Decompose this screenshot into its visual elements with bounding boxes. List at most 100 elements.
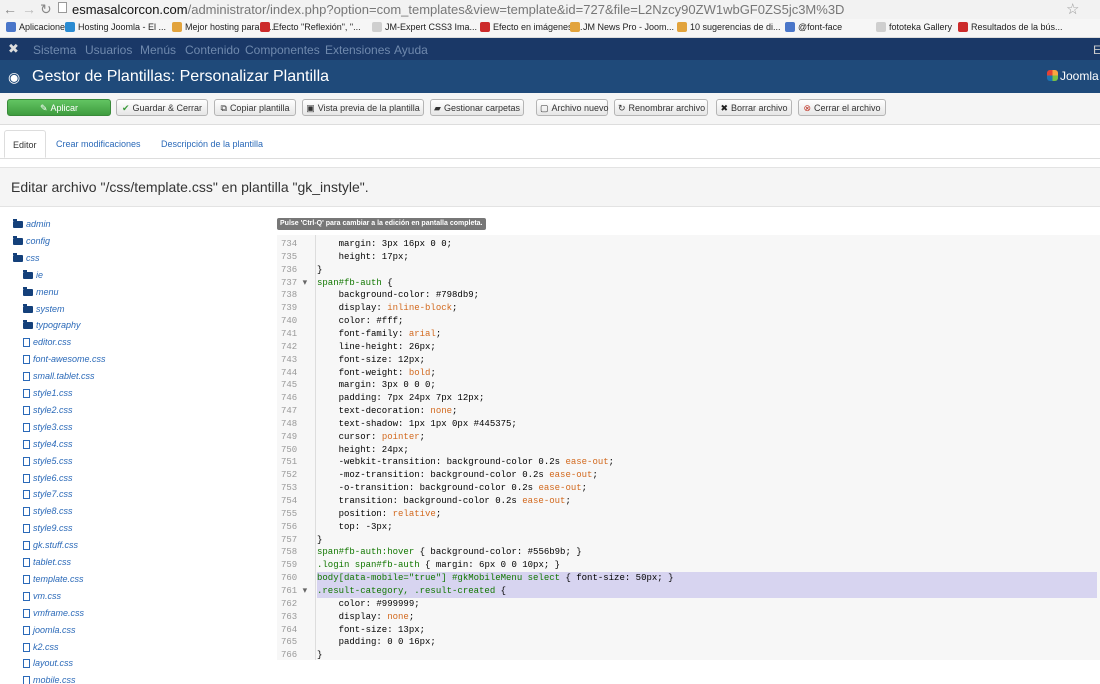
file-style4-css[interactable]: style4.css [23, 437, 73, 452]
bookmark-efecto-reflexion[interactable]: Efecto "Reflexión", "... [260, 22, 361, 32]
code-line[interactable]: -webkit-transition: background-color 0.2… [317, 456, 1097, 469]
code-line[interactable]: padding: 0 0 16px; [317, 636, 1097, 649]
code-line[interactable]: padding: 7px 24px 7px 12px; [317, 392, 1097, 405]
gestionar-carpetas-button[interactable]: ▰ Gestionar carpetas [430, 99, 524, 116]
file-editor-css[interactable]: editor.css [23, 335, 71, 350]
admin-menu-componentes[interactable]: Componentes [245, 43, 320, 57]
file-gk-stuff-css[interactable]: gk.stuff.css [23, 538, 78, 553]
cerrar-el-archivo-button[interactable]: ⊗ Cerrar el archivo [798, 99, 886, 116]
code-line[interactable]: text-shadow: 1px 1px 0px #445375; [317, 418, 1097, 431]
admin-menu-extensiones[interactable]: Extensiones [325, 43, 390, 57]
code-line[interactable]: height: 17px; [317, 251, 1097, 264]
file-style8-css[interactable]: style8.css [23, 504, 73, 519]
admin-menu-contenido[interactable]: Contenido [185, 43, 240, 57]
code-line[interactable]: color: #999999; [317, 598, 1097, 611]
admin-menu-menus[interactable]: Menús [140, 43, 176, 57]
tab-descripcion-de-la-plantilla[interactable]: Descripción de la plantilla [153, 130, 271, 158]
code-line[interactable]: margin: 3px 0 0 0; [317, 379, 1097, 392]
code-line[interactable]: span#fb-auth:hover { background-color: #… [317, 546, 1097, 559]
code-line[interactable]: font-weight: bold; [317, 367, 1097, 380]
admin-menu-right[interactable]: E [1093, 43, 1100, 57]
borrar-archivo-button[interactable]: ✖ Borrar archivo [716, 99, 792, 116]
code-line[interactable]: font-family: arial; [317, 328, 1097, 341]
bookmark-mejor-hosting-para-j[interactable]: Mejor hosting para J... [172, 22, 274, 32]
folder-config[interactable]: config [13, 234, 50, 249]
file-font-awesome-css[interactable]: font-awesome.css [23, 352, 106, 367]
code-line[interactable]: background-color: #798db9; [317, 289, 1097, 302]
folder-system[interactable]: system [23, 302, 65, 317]
code-line[interactable]: span#fb-auth { [317, 277, 1097, 290]
vista-previa-de-la-plantilla-button[interactable]: ▣ Vista previa de la plantilla [302, 99, 424, 116]
joomla-x-icon[interactable]: ✖ [8, 41, 19, 57]
tab-crear-modificaciones[interactable]: Crear modificaciones [48, 130, 149, 158]
code-line[interactable]: color: #fff; [317, 315, 1097, 328]
fold-arrow-icon[interactable]: ▾ [297, 586, 308, 596]
code-line[interactable]: -moz-transition: background-color 0.2s e… [317, 469, 1097, 482]
code-line[interactable]: text-decoration: none; [317, 405, 1097, 418]
code-line[interactable]: height: 24px; [317, 444, 1097, 457]
code-line[interactable]: -o-transition: background-color 0.2s eas… [317, 482, 1097, 495]
tab-editor[interactable]: Editor [4, 130, 46, 158]
code-line[interactable]: .result-category, .result-created { [317, 584, 1097, 598]
aplicar-button[interactable]: ✎ Aplicar [7, 99, 111, 116]
code-line[interactable]: position: relative; [317, 508, 1097, 521]
bookmark-star-icon[interactable]: ☆ [1066, 0, 1079, 18]
copiar-plantilla-button[interactable]: ⧉ Copiar plantilla [214, 99, 296, 116]
file-vmframe-css[interactable]: vmframe.css [23, 606, 84, 621]
file-tablet-css[interactable]: tablet.css [23, 555, 71, 570]
folder-css[interactable]: css [13, 251, 40, 266]
archivo-nuevo-button[interactable]: ▢ Archivo nuevo [536, 99, 609, 116]
file-vm-css[interactable]: vm.css [23, 589, 61, 604]
admin-menu-usuarios[interactable]: Usuarios [85, 43, 132, 57]
renombrar-archivo-button[interactable]: ↻ Renombrar archivo [614, 99, 708, 116]
code-line[interactable]: top: -3px; [317, 521, 1097, 534]
folder-ie[interactable]: ie [23, 268, 43, 283]
bookmark-jm-news-pro-joom[interactable]: JM News Pro - Joom... [570, 22, 674, 32]
bookmark-font-face[interactable]: @font-face [785, 22, 842, 32]
file-style9-css[interactable]: style9.css [23, 521, 73, 536]
admin-menu-ayuda[interactable]: Ayuda [394, 43, 428, 57]
file-style2-css[interactable]: style2.css [23, 403, 73, 418]
bookmark-efecto-en-imagenes[interactable]: Efecto en imágenes ... [480, 22, 583, 32]
code-line[interactable]: display: none; [317, 611, 1097, 624]
code-line[interactable]: cursor: pointer; [317, 431, 1097, 444]
file-style1-css[interactable]: style1.css [23, 386, 73, 401]
forward-arrow-icon[interactable]: → [22, 1, 36, 17]
code-line[interactable]: line-height: 26px; [317, 341, 1097, 354]
bookmark-resultados-de-la-bus[interactable]: Resultados de la bús... [958, 22, 1063, 32]
reload-icon[interactable]: ↻ [40, 1, 52, 18]
file-small-tablet-css[interactable]: small.tablet.css [23, 369, 95, 384]
code-line[interactable]: } [317, 649, 1097, 660]
file-k2-css[interactable]: k2.css [23, 640, 59, 655]
admin-menu-sistema[interactable]: Sistema [33, 43, 76, 57]
file-joomla-css[interactable]: joomla.css [23, 623, 76, 638]
bookmark-hosting-joomla-el[interactable]: Hosting Joomla - El ... [65, 22, 166, 32]
code-editor[interactable]: 734 735 736 737 ▾ 738 739 740 741 742 743 744 745 74… [277, 235, 1100, 660]
code-line[interactable]: transition: background-color 0.2s ease-o… [317, 495, 1097, 508]
guardar-cerrar-button[interactable]: ✔ Guardar & Cerrar [116, 99, 208, 116]
code-line[interactable]: body[data-mobile="true"] #gkMobileMenu s… [317, 572, 1097, 585]
code-line[interactable]: display: inline-block; [317, 302, 1097, 315]
folder-admin[interactable]: admin [13, 217, 51, 232]
file-style6-css[interactable]: style6.css [23, 471, 73, 486]
file-style5-css[interactable]: style5.css [23, 454, 73, 469]
url-field[interactable]: esmasalcorcon.com/administrator/index.ph… [58, 1, 1058, 17]
bookmark-10-sugerencias-de-di[interactable]: 10 sugerencias de di... [677, 22, 781, 32]
fold-arrow-icon[interactable]: ▾ [297, 278, 308, 288]
code-line[interactable]: margin: 3px 16px 0 0; [317, 238, 1097, 251]
bookmark-aplicaciones[interactable]: Aplicaciones [6, 22, 70, 32]
code-line[interactable]: } [317, 534, 1097, 547]
folder-typography[interactable]: typography [23, 318, 81, 333]
file-mobile-css[interactable]: mobile.css [23, 673, 76, 684]
code-line[interactable]: } [317, 264, 1097, 277]
code-line[interactable]: font-size: 12px; [317, 354, 1097, 367]
folder-menu[interactable]: menu [23, 285, 59, 300]
file-style3-css[interactable]: style3.css [23, 420, 73, 435]
bookmark-fototeka-gallery[interactable]: fototeka Gallery [876, 22, 952, 32]
file-layout-css[interactable]: layout.css [23, 656, 73, 671]
code-line[interactable]: .login span#fb-auth { margin: 6px 0 0 10… [317, 559, 1097, 572]
back-arrow-icon[interactable]: ← [3, 1, 17, 17]
file-style7-css[interactable]: style7.css [23, 487, 73, 502]
file-template-css[interactable]: template.css [23, 572, 84, 587]
code-line[interactable]: font-size: 13px; [317, 624, 1097, 637]
